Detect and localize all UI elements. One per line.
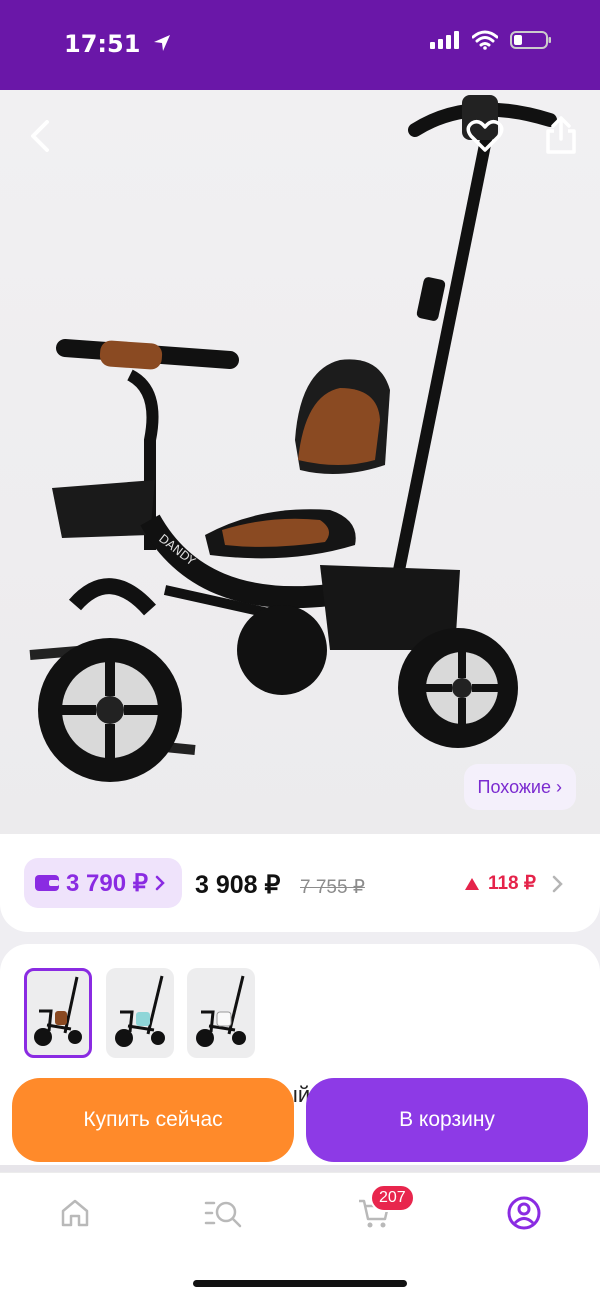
back-icon [31, 120, 49, 152]
wallet-price-pill[interactable]: 3 790 ₽ [24, 858, 182, 908]
home-indicator[interactable] [193, 1280, 407, 1287]
similar-button[interactable]: Похожие › [463, 764, 576, 810]
triangle-up-icon [464, 877, 479, 890]
price-card: 3 790 ₽ 3 908 ₽ 7 755 ₽ 118 ₽ [0, 834, 600, 932]
time-text: 17:51 [64, 30, 141, 58]
add-to-cart-label: В корзину [399, 1108, 495, 1131]
product-image[interactable]: DANDY Похожие › [0, 90, 600, 835]
back-button[interactable] [22, 116, 58, 156]
tab-home[interactable] [55, 1193, 95, 1233]
heart-icon [466, 119, 504, 152]
location-arrow-icon [153, 35, 170, 51]
variant-thumb-mint[interactable] [106, 968, 174, 1058]
add-to-cart-button[interactable]: В корзину [306, 1078, 588, 1162]
signal-icon [430, 31, 459, 49]
variant-image [115, 975, 165, 1047]
price: 3 908 ₽ [195, 871, 281, 899]
catalog-icon [204, 1201, 242, 1228]
chevron-right-icon [155, 875, 165, 891]
home-icon [61, 1199, 89, 1227]
cart-count: 207 [379, 1189, 406, 1206]
tricycle-illustration: DANDY [29, 95, 557, 782]
buy-now-label: Купить сейчас [83, 1108, 223, 1131]
favorite-button[interactable] [464, 116, 506, 156]
old-price: 7 755 ₽ [300, 877, 365, 898]
wifi-icon [472, 30, 498, 50]
tab-profile[interactable] [504, 1193, 544, 1233]
variant-thumb-white[interactable] [187, 968, 255, 1058]
variant-thumb-brown[interactable] [24, 968, 92, 1058]
battery-icon [510, 31, 551, 49]
chevron-right-icon [552, 875, 563, 892]
variant-image [34, 976, 82, 1046]
price-change[interactable]: 118 ₽ [464, 872, 564, 895]
status-bar: 17:51 [0, 0, 600, 90]
share-button[interactable] [540, 112, 582, 158]
wallet-icon [35, 875, 59, 891]
status-icons [430, 30, 552, 50]
profile-icon [507, 1196, 541, 1230]
variant-image [196, 975, 246, 1047]
share-icon [546, 116, 576, 154]
wallet-price: 3 790 ₽ [66, 869, 148, 897]
status-time: 17:51 [64, 30, 173, 58]
cart-count-badge: 207 [370, 1184, 415, 1212]
tab-catalog[interactable] [204, 1193, 244, 1233]
buy-now-button[interactable]: Купить сейчас [12, 1078, 294, 1162]
similar-label: Похожие › [477, 776, 562, 797]
price-change-value: 118 ₽ [487, 873, 536, 894]
